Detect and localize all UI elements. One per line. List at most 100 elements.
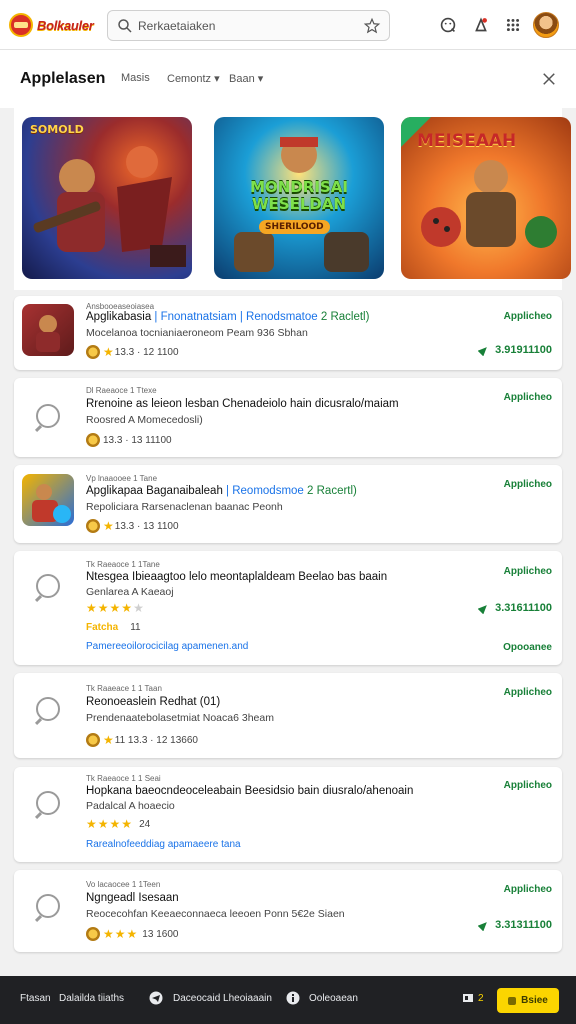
banner-title: MONDRISAI WESELDAN: [250, 178, 348, 213]
trend-arrow-icon: [478, 605, 487, 614]
app-icon: [22, 304, 74, 356]
trend-arrow-icon: [478, 347, 487, 356]
item-rating: ★ ★ ★ 13 1600: [86, 927, 178, 941]
featured-banner-2[interactable]: MONDRISAI WESELDAN SHERILOOD: [214, 117, 384, 279]
bottom-count: 2: [478, 993, 484, 1004]
star-icon: ★: [103, 927, 114, 941]
placeholder-search-icon: [36, 574, 60, 598]
item-meta: Tk Raeaoce 1 1 Seai: [86, 774, 161, 783]
featured-carousel: SOMOLD MONDRISAI WESELDAN SHERILOOD MEIS…: [14, 108, 571, 290]
list-item[interactable]: Tk Raaeace 1 1 Taan Reonoeaslein Redhat …: [14, 673, 562, 758]
filter-baan[interactable]: Baan ▾: [229, 72, 263, 85]
status-badge: Applicheo: [503, 566, 552, 577]
item-link[interactable]: Pamereeoilorocicilag apamenen.and: [86, 641, 248, 652]
status-badge: Applicheo: [503, 479, 552, 490]
filter-cemontz[interactable]: Cemontz ▾: [167, 72, 220, 85]
item-title[interactable]: Ntesgea Ibieaagtoo lelo meontaplaldeam B…: [86, 571, 387, 583]
star-icon: ★: [103, 345, 114, 359]
item-price: 3.31611100: [478, 602, 552, 614]
item-title[interactable]: Rrenoine as leieon lesban Chenadeiolo ha…: [86, 398, 399, 410]
search-input[interactable]: Rerkaetaiaken: [138, 19, 215, 33]
item-meta: Vp lnaaooee 1 Tane: [86, 474, 158, 483]
search-icon: [118, 19, 132, 33]
list-item[interactable]: Vo lacaocee 1 1Teen Ngngeadl Isesaan Reo…: [14, 870, 562, 952]
search-bar[interactable]: Rerkaetaiaken: [107, 10, 390, 41]
item-title[interactable]: Ngngeadl Isesaan: [86, 892, 179, 904]
item-title[interactable]: Hopkana baeocndeoceleabain Beesidsio bai…: [86, 785, 413, 797]
item-subtitle: Prendenaatebolasetmiat Noaca6 3heam: [86, 712, 274, 724]
list-item[interactable]: Tk Raeaoce 1 1 Seai Hopkana baeocndeocel…: [14, 767, 562, 862]
secondary-badge: Opooanee: [503, 642, 552, 653]
item-rating: ★ 11 13.3 · 12 13660: [86, 733, 198, 747]
bottom-label: Ftasan: [20, 993, 51, 1004]
star-icon: ★: [103, 733, 114, 747]
star-icon[interactable]: [363, 17, 381, 35]
banner-title: MEISEAAH: [417, 131, 517, 151]
filter-masis[interactable]: Masis: [121, 72, 150, 84]
star-icon: ★: [114, 927, 126, 941]
coin-icon: [86, 927, 100, 941]
item-rating: ★ 13.3 · 13 1100: [86, 519, 179, 533]
bottom-link[interactable]: Daceocaid Lheoiaaain: [173, 993, 272, 1004]
item-subtitle: Padalcal A hoaecio: [86, 800, 175, 812]
coin-icon: [86, 433, 100, 447]
status-badge: Applicheo: [503, 687, 552, 698]
window-icon[interactable]: [461, 991, 475, 1005]
star-icon: ★: [121, 601, 133, 615]
item-meta: Ansbooeaseoiasea: [86, 302, 155, 311]
item-price: 3.31311100: [478, 919, 552, 931]
item-subtitle: Repoliciara Rarsenaclenan baanac Peonh: [86, 501, 283, 513]
coin-icon: [86, 733, 100, 747]
hero-art: [33, 146, 186, 267]
notification-icon[interactable]: [470, 14, 492, 36]
list-item[interactable]: Vp lnaaooee 1 Tane Apglikapaa Baganaibal…: [14, 465, 562, 543]
status-badge: Applicheo: [503, 780, 552, 791]
item-subtitle: Reocecohfan Keeaeconnaeca leeoen Ponn 5€…: [86, 908, 345, 920]
star-rating: ★ ★ ★ ★ 24: [86, 817, 151, 831]
item-meta: Dl Raeaoce 1 Ttexe: [86, 386, 157, 395]
page-header: Applelasen Masis Cemontz ▾ Baan ▾: [0, 50, 576, 108]
item-price: 3.91911100: [478, 344, 552, 356]
trend-arrow-icon: [478, 922, 487, 931]
status-badge: Applicheo: [503, 392, 552, 403]
item-title[interactable]: Apglikapaa Baganaibaleah | Reomodsmoe 2 …: [86, 485, 357, 497]
star-icon: ★: [97, 817, 109, 831]
top-bar: Bolkauler Rerkaetaiaken: [0, 0, 576, 50]
placeholder-search-icon: [36, 894, 60, 918]
star-icon: ★: [121, 817, 133, 831]
featured-banner-1[interactable]: SOMOLD: [22, 117, 192, 279]
bottom-link[interactable]: Dalailda tiiaths: [59, 993, 124, 1004]
banner-subtitle: SHERILOOD: [259, 220, 330, 234]
app-logo[interactable]: Bolkauler: [9, 12, 97, 38]
list-item[interactable]: Dl Raeaoce 1 Ttexe Rrenoine as leieon le…: [14, 378, 562, 457]
logo-icon: [9, 13, 33, 37]
coin-icon: [86, 519, 100, 533]
item-subtitle: Roosred A Momecedosli): [86, 414, 203, 426]
placeholder-search-icon: [36, 697, 60, 721]
info-icon[interactable]: [286, 991, 300, 1005]
star-icon: ★: [103, 519, 114, 533]
star-icon: ★: [109, 817, 121, 831]
page-title: Applelasen: [20, 70, 106, 87]
primary-action-button[interactable]: Bsiee: [497, 988, 559, 1013]
star-rating: ★ ★ ★ ★ ★: [86, 601, 145, 615]
telegram-icon[interactable]: [149, 991, 163, 1005]
item-meta: Vo lacaocee 1 1Teen: [86, 880, 161, 889]
smiley-icon[interactable]: [437, 14, 459, 36]
star-icon: ★: [126, 927, 138, 941]
item-title[interactable]: Reonoeaslein Redhat (01): [86, 696, 220, 708]
close-icon[interactable]: [540, 70, 558, 88]
item-rating: Fatcha 11: [86, 622, 141, 633]
star-icon: ★: [109, 601, 121, 615]
item-link[interactable]: Rarealnofeeddiag apamaeere tana: [86, 839, 241, 850]
list-item[interactable]: Tk Raeaoce 1 1Tane Ntesgea Ibieaagtoo le…: [14, 551, 562, 665]
star-icon: ★: [133, 601, 144, 615]
list-item[interactable]: Ansbooeaseoiasea Apglikabasia | Fnonatna…: [14, 296, 562, 370]
apps-grid-icon[interactable]: [502, 14, 524, 36]
bottom-link[interactable]: Ooleoaean: [309, 993, 358, 1004]
avatar[interactable]: [533, 12, 559, 38]
star-icon: ★: [97, 601, 109, 615]
featured-banner-3[interactable]: MEISEAAH: [401, 117, 571, 279]
item-title[interactable]: Apglikabasia | Fnonatnatsiam | Renodsmat…: [86, 311, 369, 323]
item-subtitle: Genlarea A Kaeaoj: [86, 586, 174, 598]
